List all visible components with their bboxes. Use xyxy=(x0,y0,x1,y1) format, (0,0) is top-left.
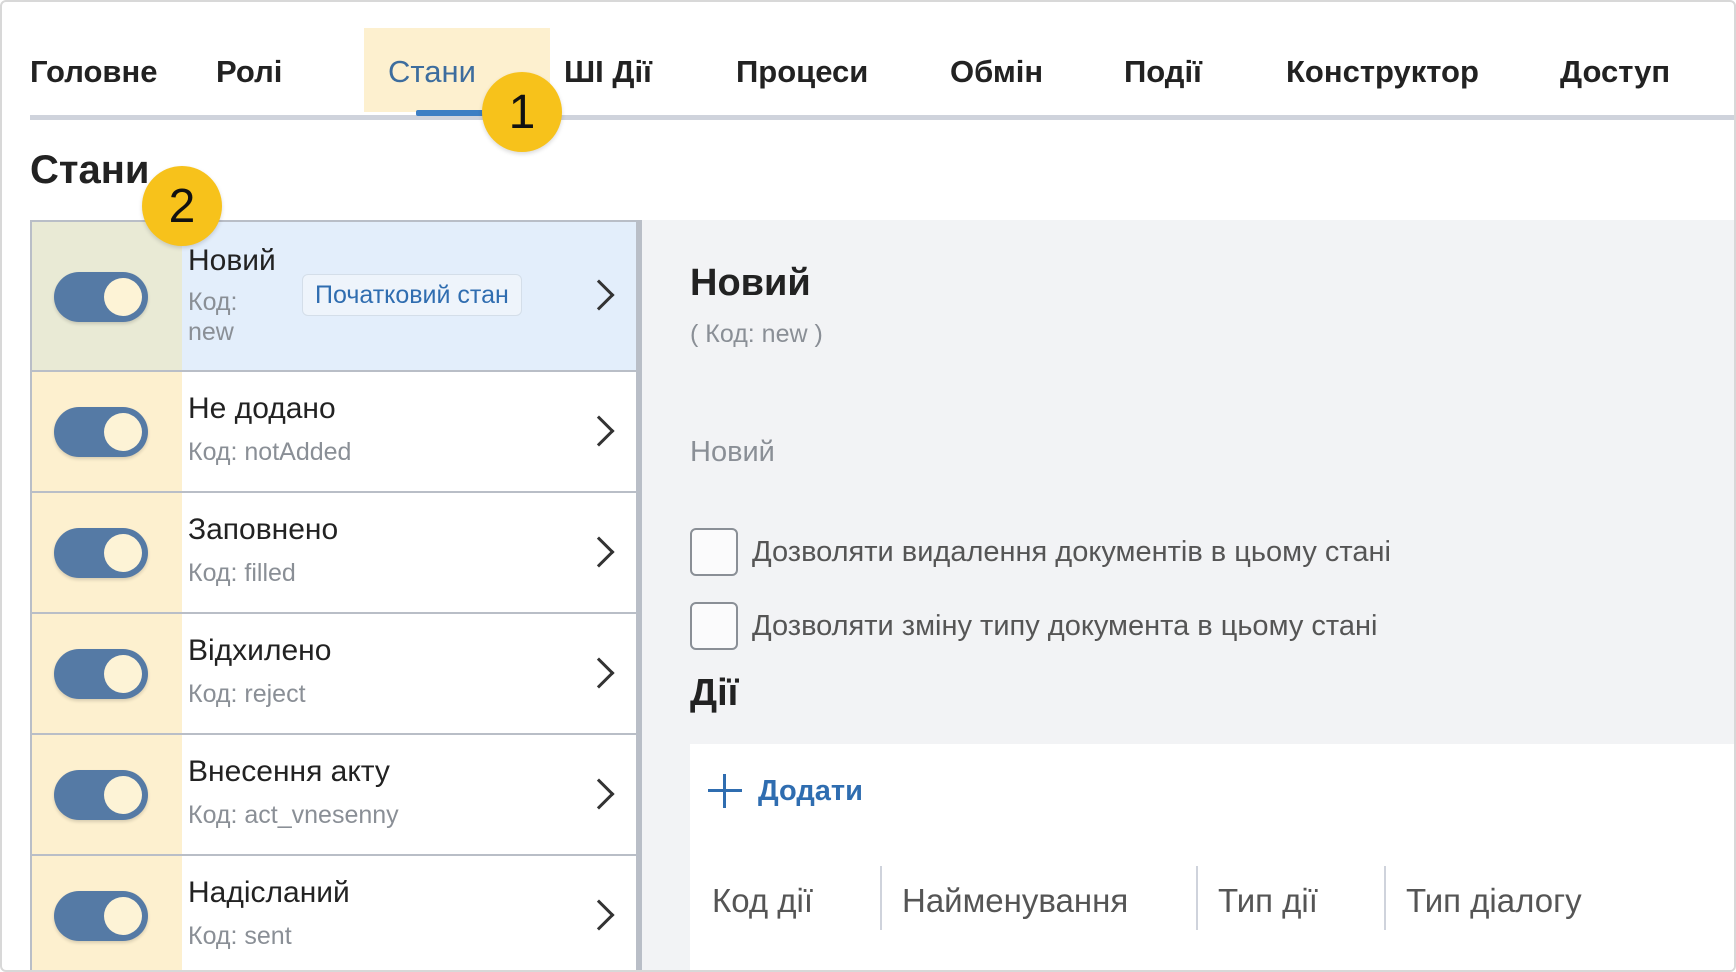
list-item-state-sent[interactable]: Надісланий Код: sent xyxy=(32,856,636,970)
allow-delete-checkbox[interactable] xyxy=(690,528,738,576)
column-header-dialog-type[interactable]: Тип діалогу xyxy=(1406,882,1582,920)
plus-icon xyxy=(708,774,742,808)
toggle-knob xyxy=(104,655,142,693)
state-code-label: Код: xyxy=(188,288,238,316)
detail-title: Новий xyxy=(690,262,811,304)
tab-states[interactable]: Стани xyxy=(388,54,476,90)
page-title: Стани xyxy=(30,148,150,192)
toggle-cell xyxy=(32,856,182,970)
column-header-action-type[interactable]: Тип дії xyxy=(1218,882,1318,920)
toggle-cell xyxy=(32,614,182,733)
list-item-state-act-vnesenny[interactable]: Внесення акту Код: act_vnesenny xyxy=(32,735,636,856)
initial-state-badge: Початковий стан xyxy=(302,274,522,316)
toggle-cell xyxy=(32,222,182,370)
state-code: Код: filled xyxy=(188,559,296,587)
state-detail-panel: Новий ( Код: new ) Новий Дозволяти видал… xyxy=(642,220,1734,970)
list-item-state-new[interactable]: Новий Код: new Початковий стан xyxy=(32,222,636,372)
add-action-label: Додати xyxy=(758,774,863,807)
column-separator xyxy=(880,866,882,930)
column-separator xyxy=(1384,866,1386,930)
callout-badge-1: 1 xyxy=(482,72,562,152)
state-code: Код: sent xyxy=(188,922,292,950)
allow-type-change-option[interactable]: Дозволяти зміну типу документа в цьому с… xyxy=(690,602,1377,650)
toggle-cell xyxy=(32,493,182,612)
states-list: Новий Код: new Початковий стан Не додано… xyxy=(30,220,642,970)
tab-main[interactable]: Головне xyxy=(30,54,157,90)
callout-badge-2: 2 xyxy=(142,166,222,246)
actions-table: Додати Код дії Найменування Тип дії Тип … xyxy=(690,744,1734,970)
state-code: new xyxy=(188,318,234,346)
toggle-knob xyxy=(104,413,142,451)
toggle-knob xyxy=(104,897,142,935)
toggle-knob xyxy=(104,278,142,316)
state-name: Не додано xyxy=(188,392,336,425)
state-enabled-toggle[interactable] xyxy=(54,770,148,820)
state-name: Відхилено xyxy=(188,634,332,667)
chevron-right-icon[interactable] xyxy=(583,536,615,568)
state-name: Новий xyxy=(188,244,276,277)
state-name: Внесення акту xyxy=(188,755,390,788)
chevron-right-icon[interactable] xyxy=(583,415,615,447)
list-item-state-notadded[interactable]: Не додано Код: notAdded xyxy=(32,372,636,493)
allow-delete-label: Дозволяти видалення документів в цьому с… xyxy=(752,535,1391,568)
chevron-right-icon[interactable] xyxy=(583,657,615,689)
toggle-cell xyxy=(32,372,182,491)
tab-roles[interactable]: Ролі xyxy=(216,54,282,90)
state-code: Код: notAdded xyxy=(188,438,352,466)
tab-constructor[interactable]: Конструктор xyxy=(1286,54,1479,90)
app-window: Головне Ролі Стани ШІ Дії Процеси Обмін … xyxy=(0,0,1736,972)
state-enabled-toggle[interactable] xyxy=(54,891,148,941)
state-enabled-toggle[interactable] xyxy=(54,649,148,699)
tab-events[interactable]: Події xyxy=(1124,54,1202,90)
toggle-knob xyxy=(104,776,142,814)
tab-processes[interactable]: Процеси xyxy=(736,54,868,90)
chevron-right-icon[interactable] xyxy=(583,279,615,311)
allow-type-change-label: Дозволяти зміну типу документа в цьому с… xyxy=(752,609,1378,642)
detail-name-value: Новий xyxy=(690,436,775,468)
tab-ai-actions[interactable]: ШІ Дії xyxy=(564,54,652,90)
state-enabled-toggle[interactable] xyxy=(54,528,148,578)
tab-access[interactable]: Доступ xyxy=(1560,54,1670,90)
actions-title: Дії xyxy=(690,672,739,714)
column-header-action-code[interactable]: Код дії xyxy=(712,882,813,920)
state-code: Код: reject xyxy=(188,680,306,708)
column-separator xyxy=(1196,866,1198,930)
chevron-right-icon[interactable] xyxy=(583,899,615,931)
toggle-cell xyxy=(32,735,182,854)
chevron-right-icon[interactable] xyxy=(583,778,615,810)
state-name: Заповнено xyxy=(188,513,339,546)
list-item-state-reject[interactable]: Відхилено Код: reject xyxy=(32,614,636,735)
allow-delete-option[interactable]: Дозволяти видалення документів в цьому с… xyxy=(690,528,1391,576)
toggle-knob xyxy=(104,534,142,572)
state-enabled-toggle[interactable] xyxy=(54,272,148,322)
state-name: Надісланий xyxy=(188,876,350,909)
state-enabled-toggle[interactable] xyxy=(54,407,148,457)
allow-type-change-checkbox[interactable] xyxy=(690,602,738,650)
list-item-state-filled[interactable]: Заповнено Код: filled xyxy=(32,493,636,614)
tab-exchange[interactable]: Обмін xyxy=(950,54,1043,90)
tab-bar: Головне Ролі Стани ШІ Дії Процеси Обмін … xyxy=(30,2,1734,120)
add-action-button[interactable]: Додати xyxy=(708,774,863,808)
column-header-name[interactable]: Найменування xyxy=(902,882,1128,920)
state-code: Код: act_vnesenny xyxy=(188,801,399,829)
detail-code: ( Код: new ) xyxy=(690,320,823,348)
